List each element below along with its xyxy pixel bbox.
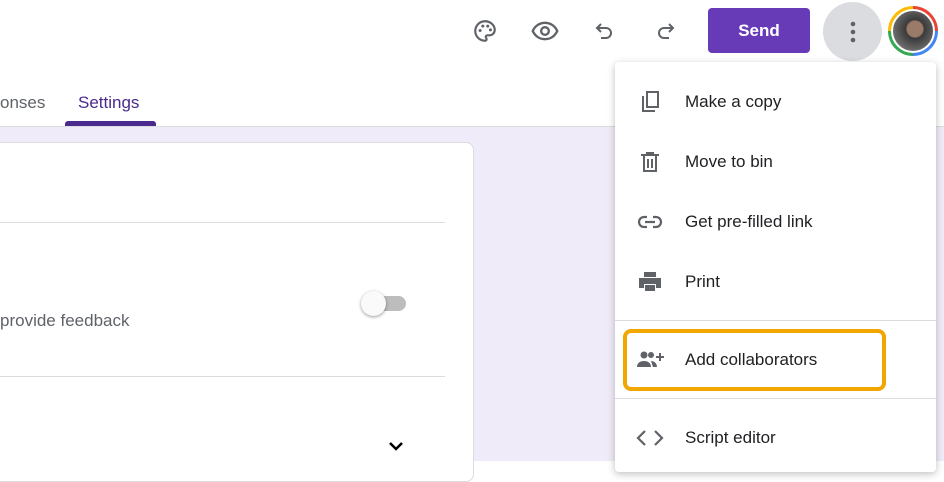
divider [0,376,445,377]
menu-item-move-to-bin[interactable]: Move to bin [615,134,936,190]
menu-item-make-a-copy[interactable]: Make a copy [615,74,936,130]
top-bar: Send [0,0,944,62]
copy-icon [615,90,685,114]
redo-icon[interactable] [646,12,684,50]
active-tab-indicator [65,121,156,126]
avatar[interactable] [888,6,938,56]
highlight-box [623,329,886,391]
link-icon [615,210,685,234]
code-icon [615,427,685,449]
chevron-down-icon[interactable] [386,436,406,461]
toggle-knob[interactable] [361,291,386,316]
menu-item-print[interactable]: Print [615,254,936,310]
menu-item-get-pre-filled-link[interactable]: Get pre-filled link [615,194,936,250]
menu-divider [615,398,936,399]
more-options-button[interactable] [823,2,882,61]
send-button[interactable]: Send [708,8,810,53]
divider [0,222,445,223]
trash-icon [615,150,685,174]
print-icon [615,270,685,294]
more-vert-icon [850,21,855,42]
eye-icon[interactable] [526,12,564,50]
menu-divider [615,320,936,321]
undo-icon[interactable] [586,12,624,50]
tab-responses[interactable]: onses [0,93,45,113]
feedback-setting-label: provide feedback [0,311,130,330]
palette-icon[interactable] [466,12,504,50]
tab-settings[interactable]: Settings [78,93,139,113]
more-options-menu: Make a copy Move to bin Get pre-filled l… [615,62,936,472]
menu-item-script-editor[interactable]: Script editor [615,410,936,466]
